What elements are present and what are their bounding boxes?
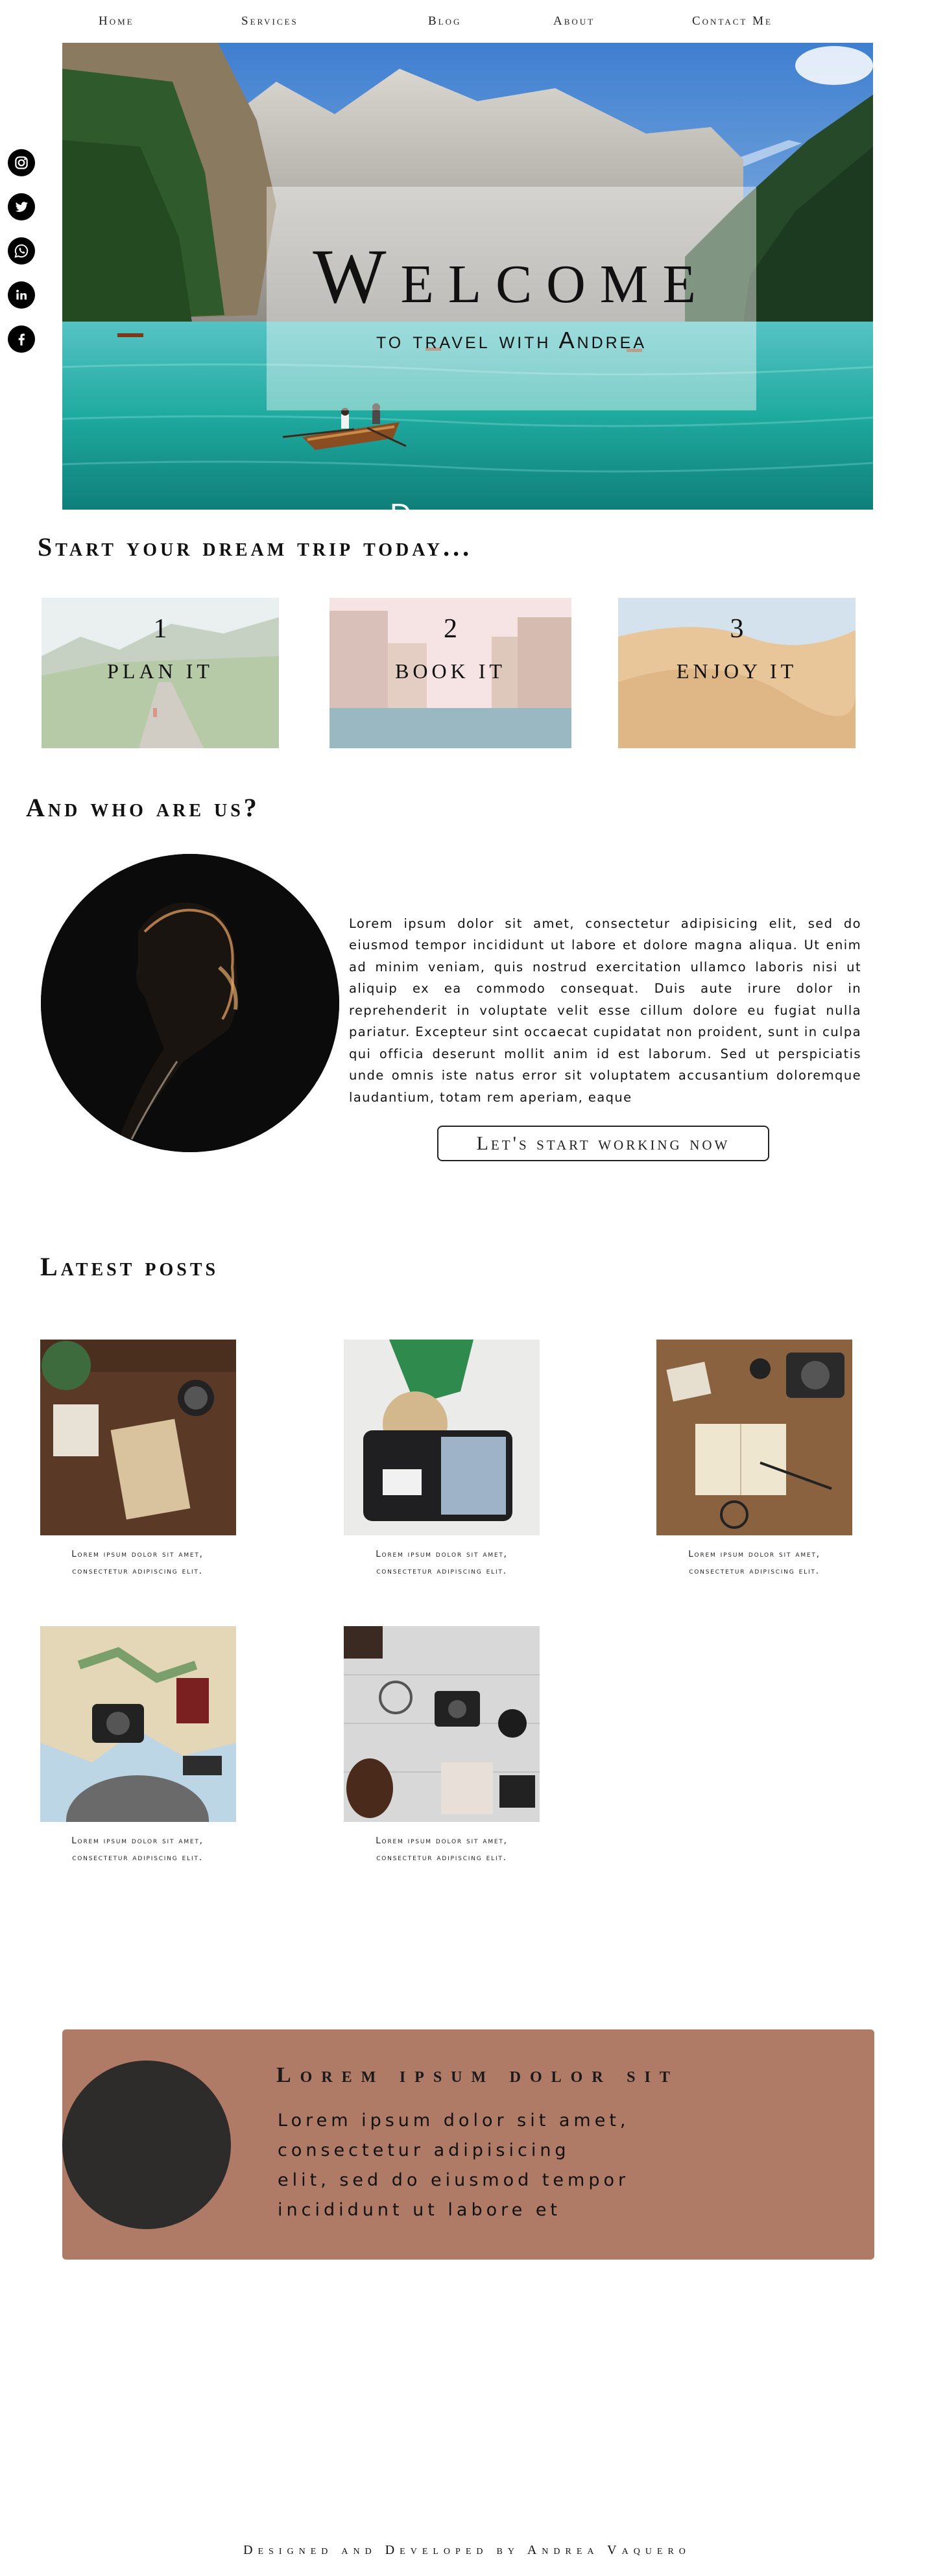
packing-image [344, 1340, 540, 1535]
step-card-plan[interactable]: 1 PLAN IT [42, 598, 279, 748]
top-navigation: Home Services Blog About Contact Me [0, 0, 934, 43]
start-working-button[interactable]: Let's start working now [437, 1126, 769, 1161]
step-card-enjoy[interactable]: 3 ENJOY IT [618, 598, 856, 748]
banner-text-line: incididunt ut labore et [278, 2200, 562, 2220]
silhouette-image [41, 854, 339, 1152]
post-caption: Lorem ipsum dolor sit amet, consectetur … [34, 1832, 241, 1866]
banner-text-line: Lorem ipsum dolor sit amet, [278, 2110, 630, 2131]
post-caption-line: Lorem ipsum dolor sit amet, [71, 1836, 204, 1846]
instagram-icon[interactable] [8, 149, 35, 176]
post-image[interactable] [40, 1340, 236, 1535]
flatlay-image [344, 1626, 540, 1822]
twitter-icon[interactable] [8, 193, 35, 220]
step-label: ENJOY IT [676, 659, 798, 683]
hero-section: Welcome to travel with Andrea Discover m… [62, 43, 873, 510]
post-caption-line: Lorem ipsum dolor sit amet, [376, 1836, 508, 1846]
post-caption-line: consectetur adipiscing elit. [689, 1566, 820, 1576]
post-caption-line: consectetur adipiscing elit. [376, 1566, 507, 1576]
post-caption-line: consectetur adipiscing elit. [72, 1566, 203, 1576]
about-paragraph: Lorem ipsum dolor sit amet, consectetur … [349, 916, 861, 1105]
nav-contact-link[interactable]: Contact Me [692, 14, 772, 29]
discover-more-link[interactable]: Discover more [367, 497, 665, 510]
step-number: 3 [730, 614, 744, 644]
hero-subtitle: to travel with Andrea [376, 327, 647, 353]
step-card-book[interactable]: 2 BOOK IT [329, 598, 571, 748]
travel-desk-image [40, 1340, 236, 1535]
post-caption-line: Lorem ipsum dolor sit amet, [376, 1549, 508, 1559]
about-heading: And who are us? [26, 793, 260, 822]
nav-home-link[interactable]: Home [99, 14, 134, 29]
nav-about-link[interactable]: About [553, 14, 595, 29]
banner-text: Lorem ipsum dolor sit amet, consectetur … [278, 2106, 719, 2225]
step-number: 2 [444, 614, 457, 644]
hero-title: Welcome [313, 233, 710, 319]
nav-services-link[interactable]: Services [241, 14, 298, 29]
post-image[interactable] [344, 1340, 540, 1535]
post-caption-line: Lorem ipsum dolor sit amet, [688, 1549, 820, 1559]
post-caption-line: consectetur adipiscing elit. [72, 1852, 203, 1863]
whatsapp-icon[interactable] [8, 237, 35, 265]
post-image[interactable] [656, 1340, 852, 1535]
promo-banner: Lorem ipsum dolor sit Lorem ipsum dolor … [62, 2029, 874, 2260]
post-caption: Lorem ipsum dolor sit amet, consectetur … [338, 1832, 545, 1866]
camera-notebook-image [656, 1340, 852, 1535]
post-caption: Lorem ipsum dolor sit amet, consectetur … [651, 1546, 858, 1579]
steps-heading: Start your dream trip today... [38, 532, 473, 561]
footer-credit: Designed and Developed by Andrea Vaquero [243, 2543, 691, 2557]
step-label: PLAN IT [107, 659, 213, 683]
post-image[interactable] [40, 1626, 236, 1822]
banner-avatar-circle [62, 2061, 231, 2229]
posts-heading: Latest posts [40, 1252, 219, 1281]
banner-title: Lorem ipsum dolor sit [276, 2063, 679, 2087]
banner-text-line: consectetur adipisicing [278, 2140, 570, 2160]
post-caption: Lorem ipsum dolor sit amet, consectetur … [34, 1546, 241, 1579]
linkedin-icon[interactable] [8, 281, 35, 309]
step-number: 1 [153, 614, 167, 644]
step-label: BOOK IT [395, 659, 506, 683]
post-caption-line: Lorem ipsum dolor sit amet, [71, 1549, 204, 1559]
facebook-icon[interactable] [8, 325, 35, 353]
post-caption: Lorem ipsum dolor sit amet, consectetur … [338, 1546, 545, 1579]
nav-blog-link[interactable]: Blog [428, 14, 461, 29]
post-image[interactable] [344, 1626, 540, 1822]
post-caption-line: consectetur adipiscing elit. [376, 1852, 507, 1863]
banner-text-line: elit, sed do eiusmod tempor [278, 2170, 630, 2190]
map-camera-image [40, 1626, 236, 1822]
about-portrait [41, 854, 339, 1152]
